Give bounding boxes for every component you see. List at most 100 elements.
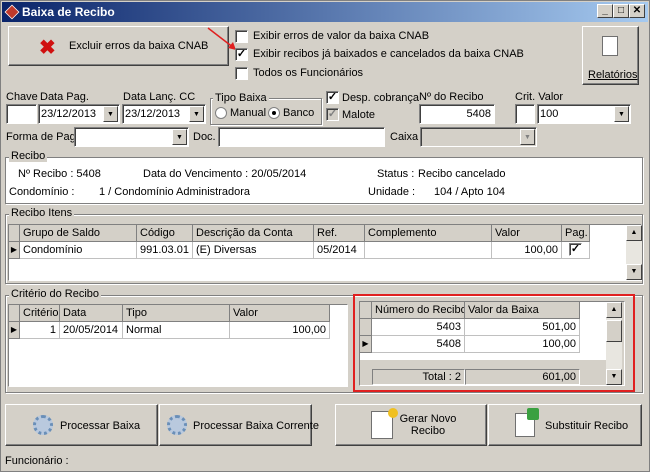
table-cell[interactable]: 991.03.01: [137, 242, 193, 259]
row-indicator: [360, 319, 372, 336]
col-valor[interactable]: Valor: [492, 225, 562, 242]
crit-valor-input[interactable]: [515, 104, 535, 124]
row-indicator-header: [360, 302, 372, 319]
chevron-down-icon[interactable]: ▼: [103, 106, 118, 122]
minimize-button[interactable]: _: [597, 4, 613, 18]
vertical-scrollbar[interactable]: ▲ ▼: [606, 302, 622, 385]
data-lanc-value: 23/12/2013: [125, 108, 181, 120]
table-cell[interactable]: Condomínio: [20, 242, 137, 259]
gear-icon: [33, 415, 53, 435]
table-cell[interactable]: ✓: [562, 242, 590, 259]
crit-valor-select[interactable]: 100 ▼: [537, 104, 631, 124]
chevron-down-icon[interactable]: ▼: [189, 106, 204, 122]
scroll-down-icon[interactable]: ▼: [606, 369, 622, 385]
col-codigo[interactable]: Código: [137, 225, 193, 242]
criterio-grid[interactable]: Critério Data Tipo Valor ▶ 1 20/05/2014 …: [8, 304, 348, 387]
row-pointer-icon: ▶: [9, 242, 20, 259]
data-lanc-select[interactable]: 23/12/2013 ▼: [122, 104, 206, 124]
processar-corrente-label: Processar Baixa Corrente: [193, 420, 319, 432]
data-pag-select[interactable]: 23/12/2013 ▼: [38, 104, 120, 124]
exibir-baixados-checkbox[interactable]: ✓: [235, 48, 248, 61]
table-cell[interactable]: 100,00: [465, 336, 580, 353]
chevron-down-icon[interactable]: ▼: [614, 106, 629, 122]
col-tipo[interactable]: Tipo: [123, 305, 230, 322]
total-value: 601,00: [465, 369, 580, 385]
total-label: Total : 2: [372, 369, 465, 385]
app-icon: [4, 4, 20, 20]
manual-radio[interactable]: [215, 107, 227, 119]
chevron-down-icon[interactable]: ▼: [520, 129, 535, 145]
scroll-up-icon[interactable]: ▲: [626, 225, 642, 241]
exibir-erros-checkbox[interactable]: [235, 30, 248, 43]
desp-cobranca-label: Desp. cobrança: [342, 92, 420, 104]
swap-icon: [527, 408, 539, 420]
num-recibo-label: Nº do Recibo: [419, 91, 484, 103]
row-pointer-icon: ▶: [9, 322, 20, 339]
todos-funcionarios-checkbox[interactable]: [235, 67, 248, 80]
col-numero-recibo[interactable]: Número do Recibo: [372, 302, 465, 319]
malote-checkbox[interactable]: ✓: [326, 108, 339, 121]
relatorios-button[interactable]: Relatórios: [582, 26, 639, 85]
doc-input[interactable]: [218, 127, 385, 147]
scroll-down-icon[interactable]: ▼: [626, 264, 642, 280]
banco-radio[interactable]: [268, 107, 280, 119]
col-descricao[interactable]: Descrição da Conta: [193, 225, 314, 242]
todos-funcionarios-label: Todos os Funcionários: [253, 67, 364, 79]
exibir-baixados-label: Exibir recibos já baixados e cancelados …: [253, 48, 524, 60]
table-cell[interactable]: 501,00: [465, 319, 580, 336]
vertical-scrollbar[interactable]: ▲ ▼: [626, 225, 642, 280]
title-bar[interactable]: Baixa de Recibo: [2, 2, 648, 22]
table-cell[interactable]: Normal: [123, 322, 230, 339]
chave-label: Chave: [6, 91, 38, 103]
tipo-baixa-label: Tipo Baixa: [213, 92, 269, 104]
table-cell[interactable]: [365, 242, 492, 259]
substituir-recibo-button[interactable]: Substituir Recibo: [488, 404, 642, 446]
gerar-novo-recibo-button[interactable]: Gerar Novo Recibo: [335, 404, 487, 446]
table-cell[interactable]: 20/05/2014: [60, 322, 123, 339]
recibo-itens-label: Recibo Itens: [9, 207, 75, 219]
table-cell[interactable]: (E) Diversas: [193, 242, 314, 259]
report-icon: [602, 36, 618, 56]
table-cell[interactable]: 100,00: [492, 242, 562, 259]
funcionario-label: Funcionário :: [5, 455, 69, 467]
condominio-value: 1 / Condomínio Administradora: [99, 186, 251, 198]
doc-label: Doc.: [193, 131, 216, 143]
col-ref[interactable]: Ref.: [314, 225, 365, 242]
caixa-select[interactable]: ▼: [420, 127, 537, 147]
scroll-up-icon[interactable]: ▲: [606, 302, 622, 318]
desp-cobranca-checkbox[interactable]: ✓: [326, 91, 339, 104]
crit-valor-label: Crit. Valor: [515, 91, 564, 103]
col-complemento[interactable]: Complemento: [365, 225, 492, 242]
col-valor[interactable]: Valor: [230, 305, 330, 322]
crit-valor-value: 100: [540, 108, 559, 120]
table-cell[interactable]: 5403: [372, 319, 465, 336]
col-valor-baixa[interactable]: Valor da Baixa: [465, 302, 580, 319]
recibo-num: Nº Recibo : 5408: [18, 168, 101, 180]
excluir-erros-button[interactable]: ✖ Excluir erros da baixa CNAB: [8, 26, 229, 66]
forma-pag-select[interactable]: ▼: [74, 127, 189, 147]
table-cell[interactable]: 05/2014: [314, 242, 365, 259]
baixa-grid[interactable]: Número do Recibo Valor da Baixa 5403 501…: [359, 301, 625, 386]
pag-checkbox[interactable]: ✓: [569, 243, 582, 256]
col-pag[interactable]: Pag.: [562, 225, 590, 242]
close-button[interactable]: ✕: [629, 4, 645, 18]
scroll-thumb[interactable]: [606, 320, 622, 342]
chave-input[interactable]: [6, 104, 37, 124]
table-cell[interactable]: 5408: [372, 336, 465, 353]
num-recibo-input[interactable]: 5408: [419, 104, 495, 124]
col-grupo-saldo[interactable]: Grupo de Saldo: [20, 225, 137, 242]
data-pag-label: Data Pag.: [40, 91, 89, 103]
col-criterio[interactable]: Critério: [20, 305, 60, 322]
exibir-erros-label: Exibir erros de valor da baixa CNAB: [253, 30, 430, 42]
table-cell[interactable]: 100,00: [230, 322, 330, 339]
table-cell[interactable]: 1: [20, 322, 60, 339]
chevron-down-icon[interactable]: ▼: [172, 129, 187, 145]
condominio-label: Condomínio :: [9, 186, 75, 198]
recibo-vencimento: Data do Vencimento : 20/05/2014: [143, 168, 307, 180]
col-data[interactable]: Data: [60, 305, 123, 322]
processar-baixa-corrente-button[interactable]: Processar Baixa Corrente: [159, 404, 319, 446]
processar-baixa-button[interactable]: Processar Baixa: [5, 404, 158, 446]
recibo-itens-grid[interactable]: Grupo de Saldo Código Descrição da Conta…: [8, 224, 642, 281]
maximize-button[interactable]: □: [613, 4, 629, 18]
num-recibo-value: 5408: [466, 108, 491, 120]
